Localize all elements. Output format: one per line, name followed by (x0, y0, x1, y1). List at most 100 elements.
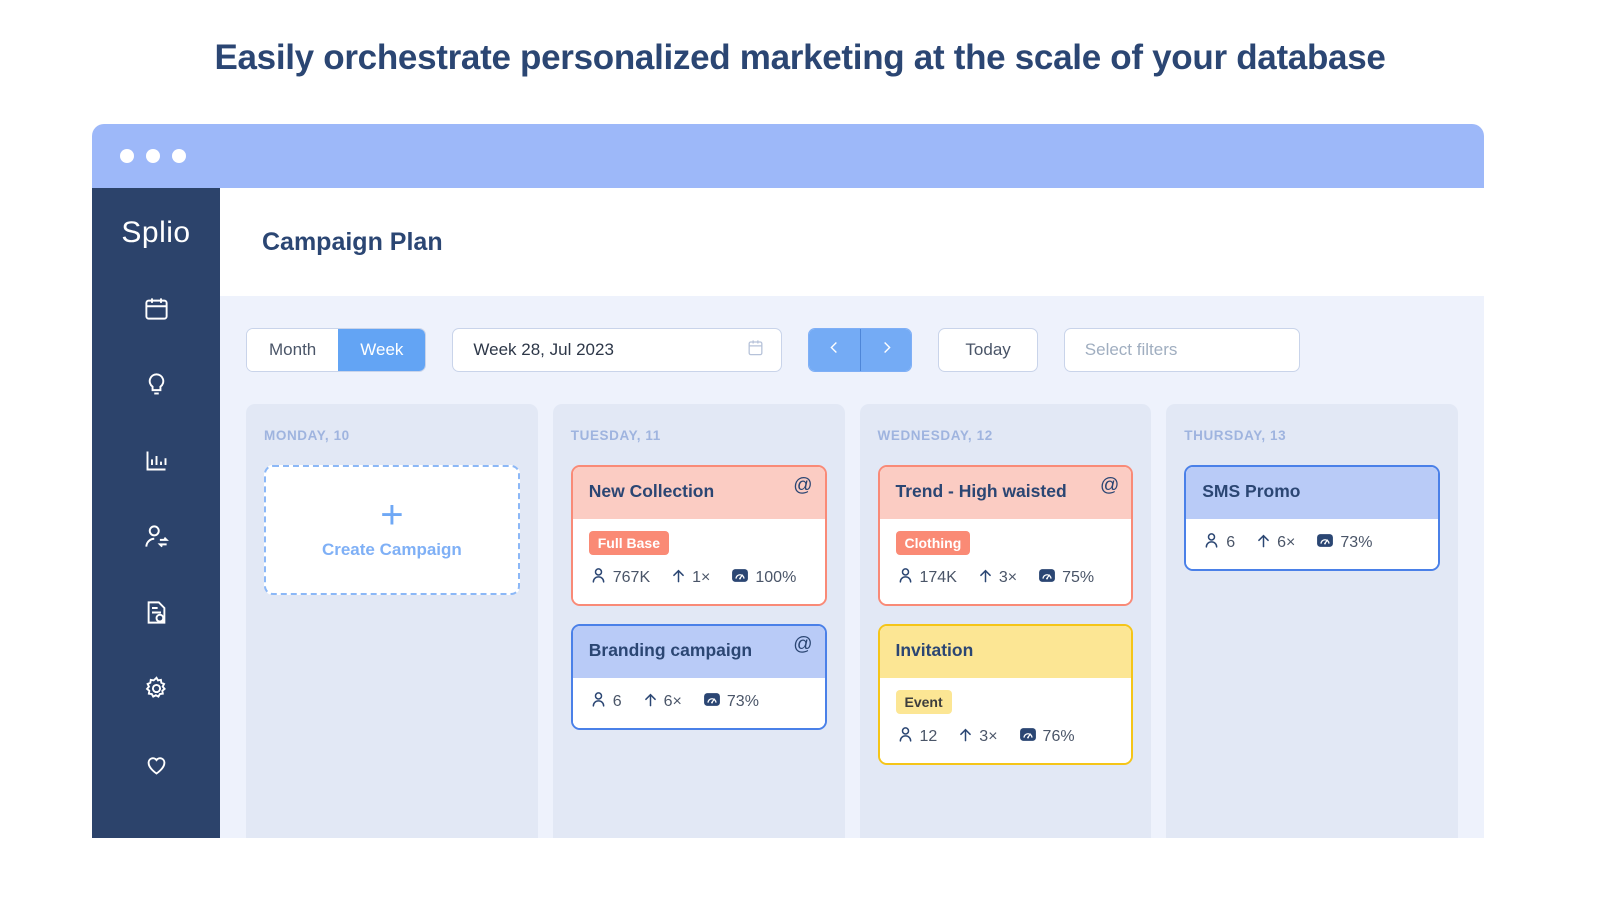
campaign-tag: Full Base (588, 531, 669, 555)
sidebar: Splio (92, 188, 220, 838)
stat-audience-value: 6 (1226, 534, 1236, 551)
plus-icon: + (380, 493, 404, 537)
view-toggle: Month Week (246, 328, 427, 372)
sidebar-item-analytics[interactable] (129, 436, 183, 490)
stat-audience: 12 (896, 725, 937, 749)
stat-frequency-value: 6× (663, 693, 682, 710)
next-period-button[interactable] (860, 329, 912, 371)
sidebar-item-calendar[interactable] (129, 284, 183, 338)
sidebar-item-loyalty[interactable] (129, 740, 183, 794)
view-toggle-week[interactable]: Week (338, 329, 426, 371)
filters-input[interactable]: Select filters (1063, 328, 1300, 372)
gauge-icon (1037, 566, 1057, 590)
email-channel-icon: @ (1099, 475, 1120, 496)
chevron-right-icon (879, 340, 894, 360)
campaign-card-body: 6 6× 73% (572, 678, 825, 728)
window-dot-maximize[interactable] (172, 149, 186, 163)
campaign-card[interactable]: SMS Promo 6 6× 73% (1184, 465, 1440, 571)
campaign-card-body: 6 6× 73% (1186, 519, 1438, 569)
splio-logo: Splio (121, 216, 191, 249)
stat-audience: 767K (589, 566, 650, 590)
sidebar-item-contacts[interactable] (129, 512, 183, 566)
arrow-up-icon (642, 691, 659, 714)
user-sync-icon (143, 523, 170, 555)
campaign-card[interactable]: New Collection @ Full Base 767K 1× 100% (570, 465, 827, 606)
create-campaign-label: Create Campaign (321, 540, 462, 559)
stat-score: 73% (702, 690, 759, 714)
lightbulb-icon (143, 371, 170, 403)
filters-placeholder: Select filters (1084, 340, 1178, 359)
campaign-title: SMS Promo (1202, 481, 1301, 501)
email-channel-icon: @ (793, 634, 813, 655)
stat-frequency-value: 3× (979, 728, 998, 745)
stat-score: 75% (1037, 566, 1094, 590)
sidebar-item-settings[interactable] (129, 664, 183, 718)
date-range-input[interactable]: Week 28, Jul 2023 (452, 328, 783, 372)
stat-audience: 174K (896, 566, 957, 590)
campaign-stats: 6 6× 73% (589, 690, 809, 714)
arrow-up-icon (670, 567, 687, 590)
campaign-title: New Collection (588, 481, 715, 501)
stat-frequency-value: 6× (1277, 534, 1296, 551)
stat-frequency: 6× (642, 691, 682, 714)
campaign-card[interactable]: Invitation Event 12 3× 76% (877, 624, 1134, 765)
stat-audience-value: 767K (612, 569, 651, 586)
campaign-card-header: New Collection @ (572, 467, 825, 519)
arrow-up-icon (957, 726, 974, 749)
today-label: Today (965, 340, 1011, 359)
browser-mockup: Splio Campaign Plan Month Week Week 28, … (92, 124, 1484, 838)
stat-audience-value: 174K (919, 569, 957, 586)
campaign-title: Branding campaign (588, 640, 753, 660)
window-dot-close[interactable] (120, 149, 134, 163)
gauge-icon (702, 690, 722, 714)
sidebar-item-reports[interactable] (129, 588, 183, 642)
chevron-left-icon (827, 340, 842, 360)
campaign-card-body: Clothing 174K 3× 75% (879, 519, 1132, 604)
today-button[interactable]: Today (938, 328, 1038, 372)
campaign-card-header: Invitation (879, 626, 1132, 678)
prev-period-button[interactable] (809, 329, 861, 371)
email-channel-icon: @ (793, 475, 813, 496)
day-column-header: WEDNESDAY, 12 (877, 428, 993, 443)
gauge-icon (1315, 531, 1335, 555)
main-area: Campaign Plan Month Week Week 28, Jul 20… (220, 188, 1484, 838)
campaign-card-header: Trend - High waisted @ (879, 467, 1132, 519)
view-toggle-month[interactable]: Month (247, 329, 339, 371)
date-range-label: Week 28, Jul 2023 (473, 340, 614, 359)
day-column: MONDAY, 10 + Create Campaign (246, 404, 538, 838)
document-search-icon (143, 599, 170, 631)
toolbar: Month Week Week 28, Jul 2023 Today Selec… (220, 296, 1484, 404)
day-column-header: MONDAY, 10 (264, 428, 350, 443)
stat-audience: 6 (589, 690, 622, 714)
gauge-icon (1018, 725, 1038, 749)
campaign-stats: 6 6× 73% (1202, 531, 1422, 555)
stat-score-value: 75% (1062, 569, 1095, 586)
person-icon (896, 566, 915, 590)
campaign-card[interactable]: Trend - High waisted @ Clothing 174K 3× 75% (877, 465, 1134, 606)
page-headline: Easily orchestrate personalized marketin… (214, 38, 1386, 77)
page-root: Easily orchestrate personalized marketin… (0, 0, 1600, 900)
date-nav-group (808, 328, 913, 372)
page-header: Campaign Plan (220, 188, 1484, 296)
window-dot-minimize[interactable] (146, 149, 160, 163)
create-campaign-button[interactable]: + Create Campaign (264, 465, 520, 595)
stat-audience-value: 6 (612, 693, 622, 710)
stat-frequency-value: 1× (692, 569, 711, 586)
stat-score-value: 73% (726, 693, 759, 710)
arrow-up-icon (977, 567, 994, 590)
stat-frequency-value: 3× (998, 569, 1018, 586)
sidebar-item-insights[interactable] (129, 360, 183, 414)
arrow-up-icon (1255, 532, 1272, 555)
campaign-card[interactable]: Branding campaign @6 6× 73% (570, 624, 827, 730)
day-column-header: TUESDAY, 11 (570, 428, 661, 443)
campaign-stats: 12 3× 76% (896, 725, 1116, 749)
campaign-tag: Event (895, 690, 952, 714)
stat-frequency: 1× (670, 567, 710, 590)
campaign-tag: Clothing (895, 531, 971, 555)
window-titlebar (92, 124, 1484, 188)
stat-score: 73% (1315, 531, 1372, 555)
person-icon (589, 566, 608, 590)
stat-frequency: 3× (957, 726, 998, 749)
gauge-icon (730, 566, 750, 590)
page-title: Campaign Plan (262, 227, 443, 256)
